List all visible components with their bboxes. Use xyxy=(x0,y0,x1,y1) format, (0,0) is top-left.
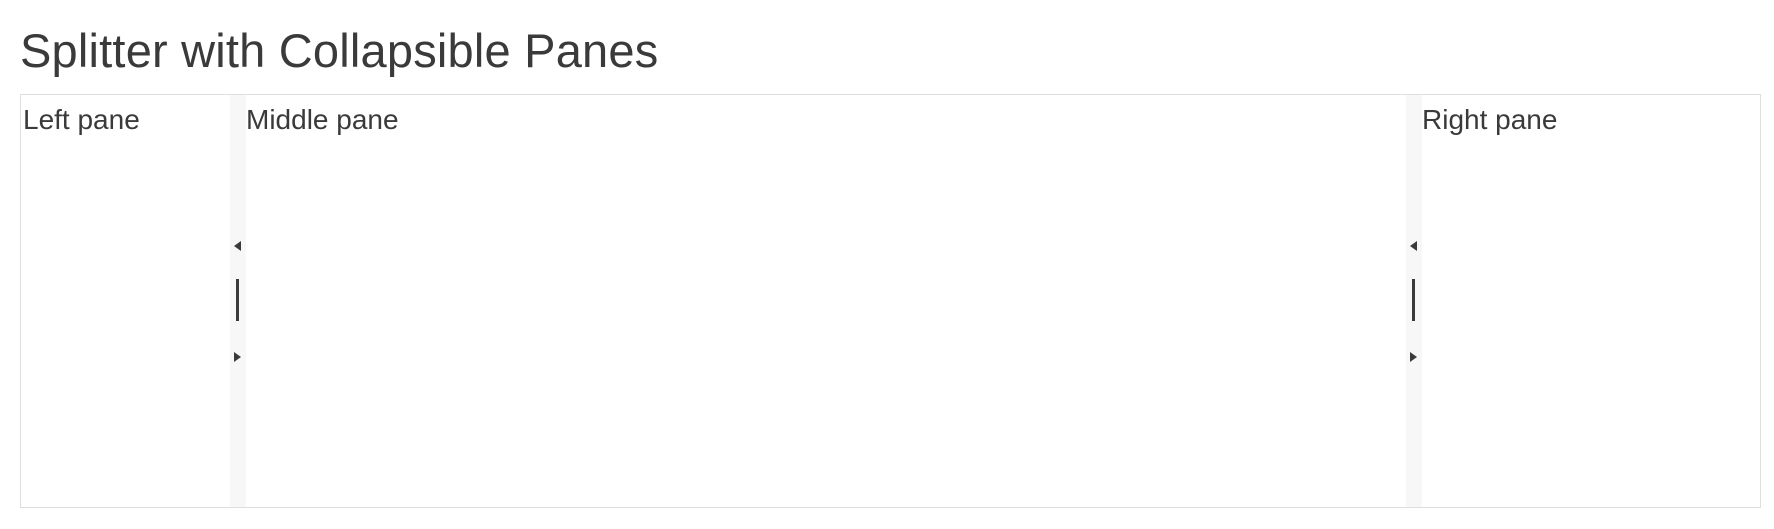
left-pane-label: Left pane xyxy=(23,104,140,135)
collapse-left-pane-icon[interactable] xyxy=(234,241,241,251)
expand-right-pane-icon[interactable] xyxy=(1410,352,1417,362)
middle-pane-label: Middle pane xyxy=(246,104,399,135)
resize-handle-icon[interactable] xyxy=(236,279,239,321)
splitter-bar-left[interactable] xyxy=(230,95,246,507)
left-pane: Left pane xyxy=(21,95,230,507)
middle-pane: Middle pane xyxy=(246,95,1406,507)
page-title: Splitter with Collapsible Panes xyxy=(20,24,659,77)
expand-left-pane-icon[interactable] xyxy=(234,352,241,362)
collapse-middle-pane-icon[interactable] xyxy=(1410,241,1417,251)
resize-handle-icon[interactable] xyxy=(1412,279,1415,321)
splitter-bar-right[interactable] xyxy=(1406,95,1422,507)
right-pane: Right pane xyxy=(1422,95,1760,507)
splitter: Left pane Middle pane Right pane xyxy=(20,94,1761,508)
right-pane-label: Right pane xyxy=(1422,104,1558,135)
